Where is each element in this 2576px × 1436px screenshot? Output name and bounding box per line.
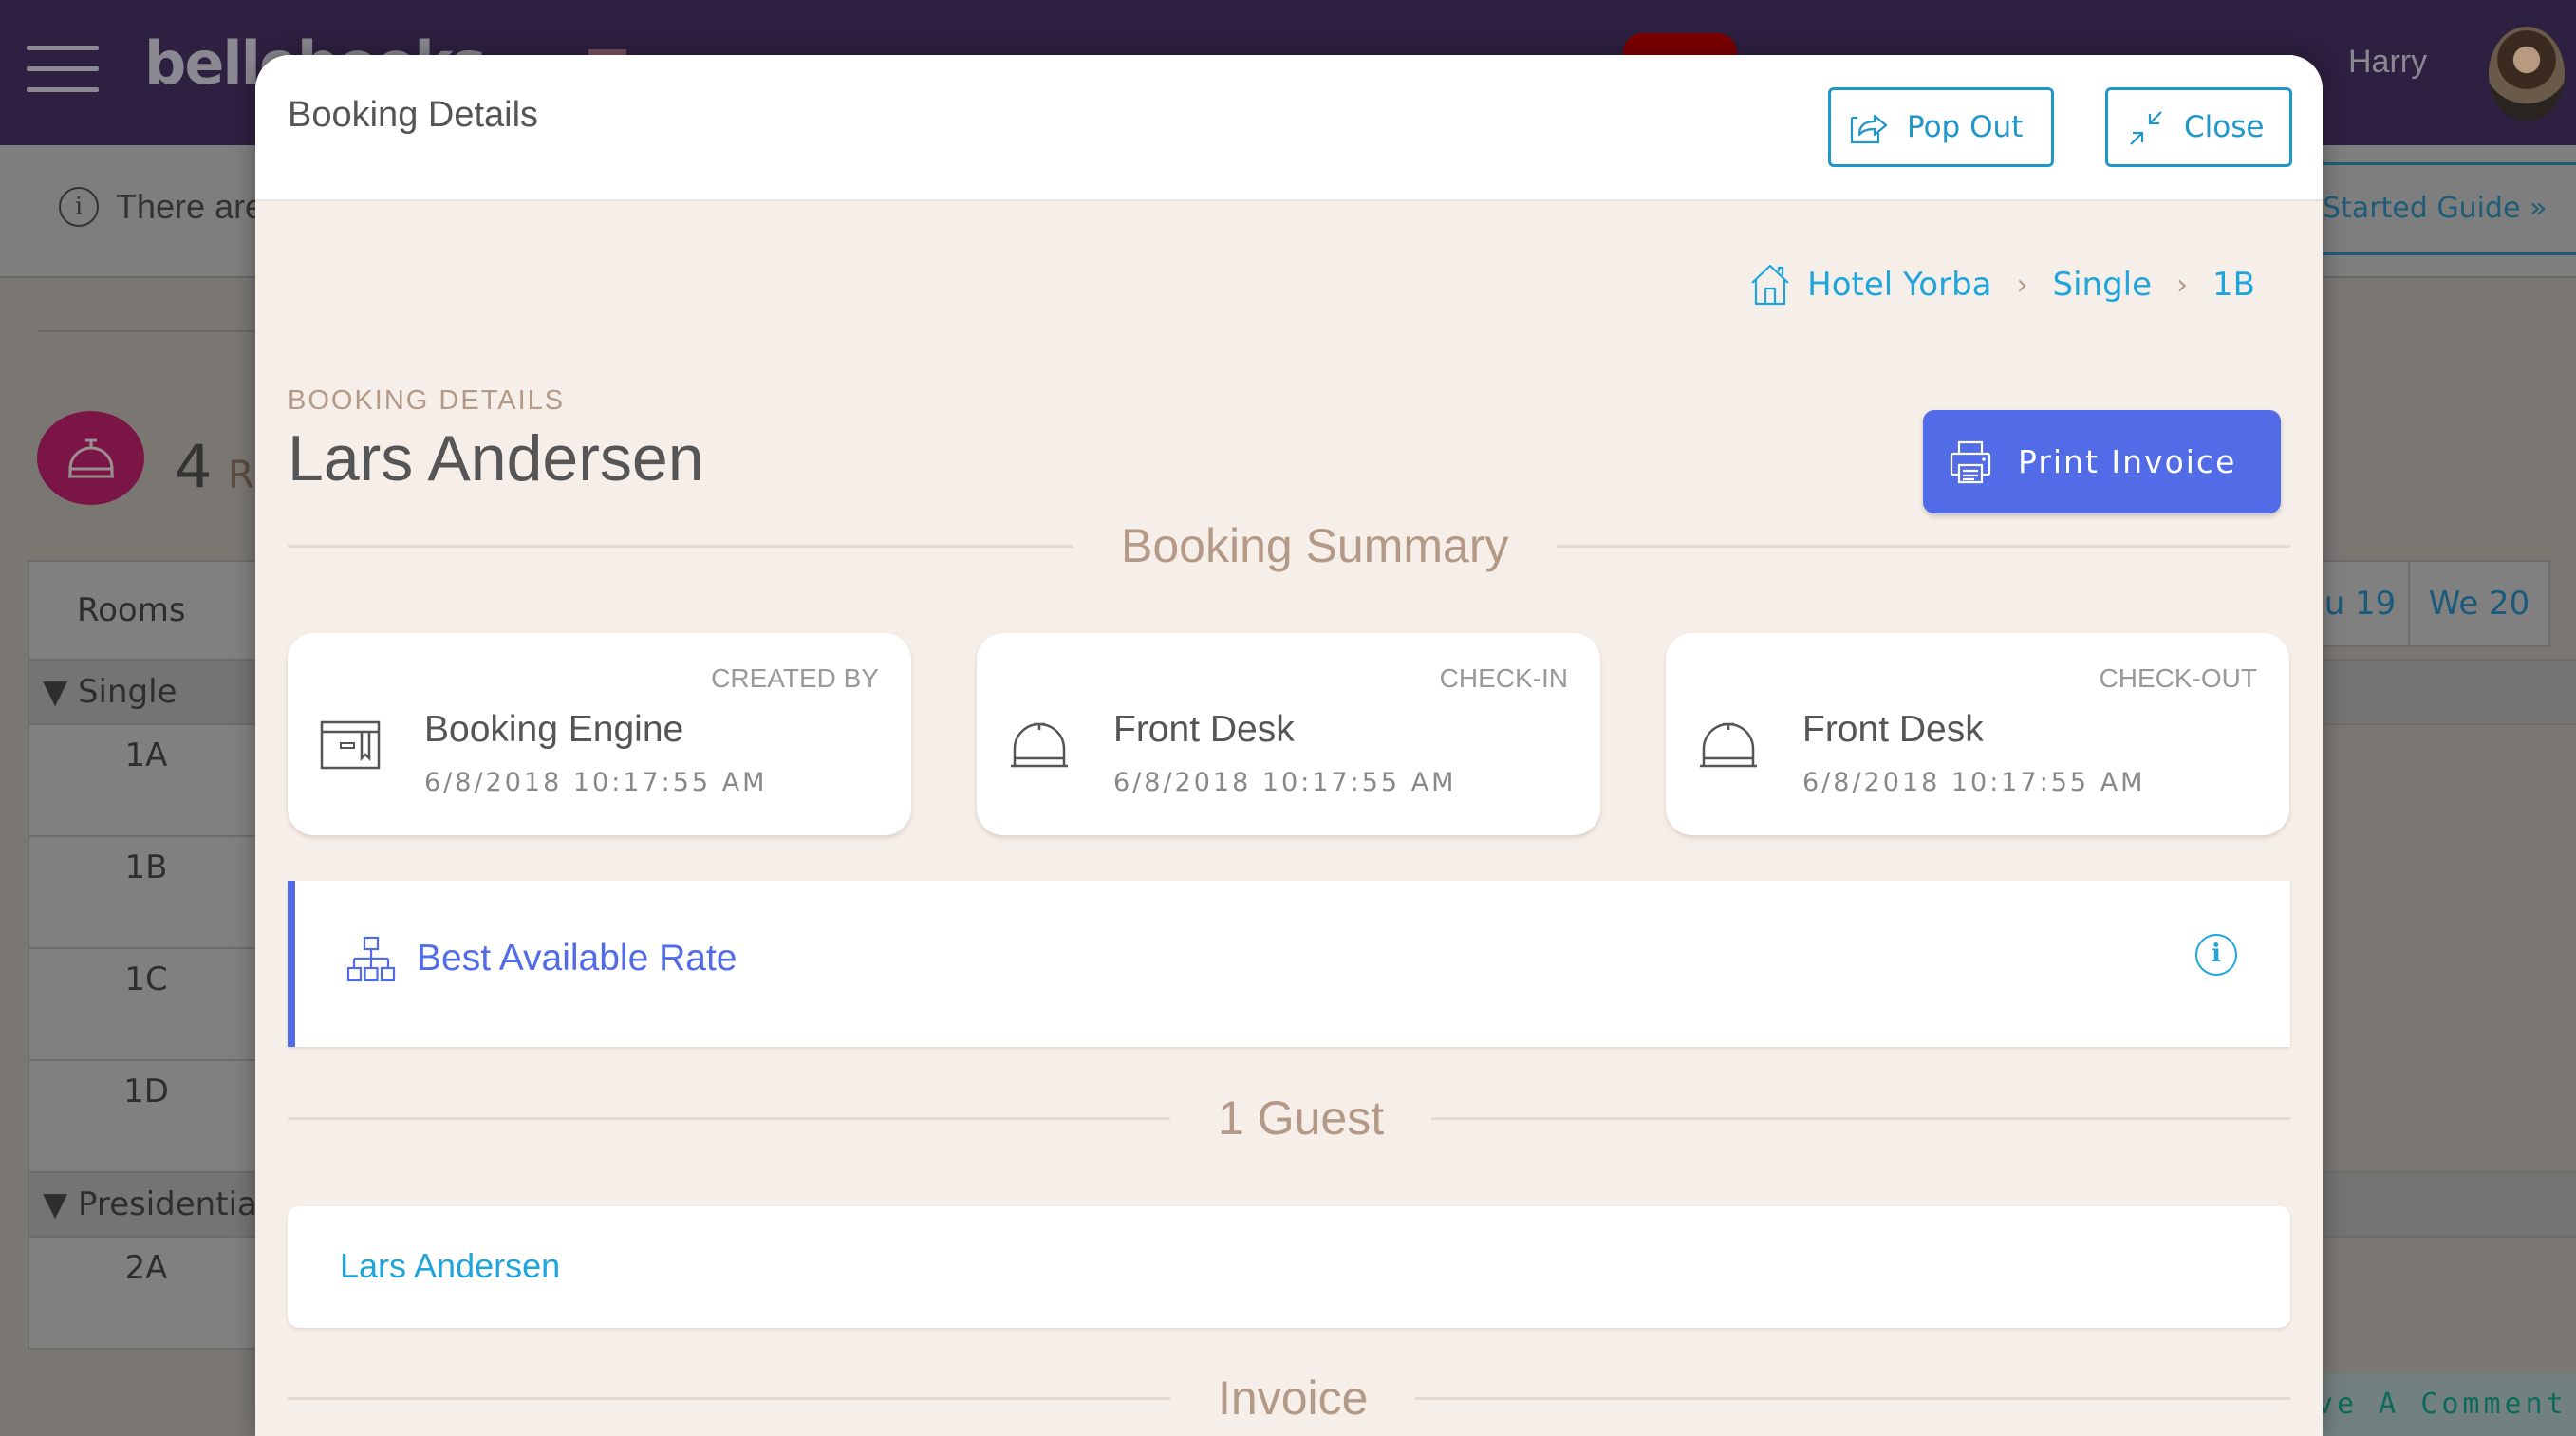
- check-out-card: CHECK-OUT Front Desk 6/8/2018 10:17:55 A…: [1666, 633, 2289, 835]
- collapse-toggle-icon[interactable]: ▼: [43, 673, 67, 711]
- bell-icon: [1011, 722, 1068, 768]
- share-icon: [1850, 114, 1888, 144]
- info-icon: i: [59, 187, 99, 227]
- pop-out-label: Pop Out: [1907, 110, 2024, 144]
- hierarchy-icon: [346, 936, 396, 982]
- info-text: There are: [116, 187, 265, 226]
- room-row[interactable]: 1D: [28, 1059, 265, 1173]
- breadcrumb-separator: ›: [2016, 268, 2028, 302]
- check-in-source: Front Desk: [1113, 709, 1295, 750]
- modal-header: Booking Details Pop Out Close: [255, 55, 2323, 201]
- section-title: Invoice: [1218, 1371, 1369, 1425]
- rate-plan-name[interactable]: Best Available Rate: [417, 938, 737, 979]
- page-title: Lars Andersen: [288, 422, 704, 494]
- divider: [288, 1116, 1170, 1120]
- booking-engine-icon: [320, 720, 381, 770]
- divider: [288, 1396, 1170, 1400]
- check-in-timestamp: 6/8/2018 10:17:55 AM: [1113, 768, 1457, 797]
- card-label: CHECK-IN: [1439, 663, 1568, 693]
- close-label: Close: [2184, 110, 2265, 144]
- room-row[interactable]: 1A: [28, 723, 265, 837]
- rate-plan-row[interactable]: Best Available Rate i: [288, 881, 2290, 1047]
- close-button[interactable]: Close: [2105, 87, 2292, 167]
- card-label: CREATED BY: [711, 663, 879, 693]
- group-label: Presidential: [77, 1185, 267, 1223]
- divider: [1415, 1396, 2290, 1400]
- room-row[interactable]: 1B: [28, 835, 265, 949]
- getting-started-guide-button[interactable]: Started Guide »: [2297, 162, 2576, 255]
- divider: [1556, 544, 2290, 548]
- rooms-count-label: R: [228, 454, 254, 497]
- guest-list-item: Lars Andersen: [288, 1206, 2290, 1328]
- rooms-count: 4: [175, 432, 213, 501]
- printer-icon: [1950, 440, 1991, 483]
- section-title: 1 Guest: [1218, 1091, 1385, 1145]
- section-eyebrow: BOOKING DETAILS: [288, 385, 566, 416]
- check-out-timestamp: 6/8/2018 10:17:55 AM: [1802, 768, 2146, 797]
- pop-out-button[interactable]: Pop Out: [1828, 87, 2054, 167]
- guests-heading: 1 Guest: [288, 1085, 2290, 1151]
- check-in-card: CHECK-IN Front Desk 6/8/2018 10:17:55 AM: [977, 633, 1600, 835]
- nav-username[interactable]: Harry: [2348, 44, 2427, 81]
- home-icon: [1751, 264, 1789, 306]
- booking-details-modal: Booking Details Pop Out Close Hotel Yorb…: [255, 55, 2323, 1436]
- divider: [288, 544, 1073, 548]
- info-icon[interactable]: i: [2195, 934, 2237, 976]
- created-by-card: CREATED BY Booking Engine 6/8/2018 10:17…: [288, 633, 911, 835]
- guest-name-link[interactable]: Lars Andersen: [340, 1246, 560, 1286]
- rooms-badge: [37, 411, 144, 505]
- divider: [38, 330, 285, 332]
- invoice-heading: Invoice: [288, 1365, 2290, 1431]
- avatar[interactable]: [2489, 27, 2565, 121]
- leave-comment-button[interactable]: ve A Comment: [2316, 1373, 2576, 1436]
- modal-title: Booking Details: [288, 95, 539, 135]
- booking-summary-heading: Booking Summary: [288, 513, 2290, 579]
- breadcrumb-hotel[interactable]: Hotel Yorba: [1807, 266, 1991, 304]
- bell-icon: [1700, 722, 1757, 768]
- print-invoice-label: Print Invoice: [2018, 443, 2237, 480]
- collapse-icon: [2130, 111, 2162, 145]
- created-by-timestamp: 6/8/2018 10:17:55 AM: [424, 768, 768, 797]
- day-header[interactable]: We 20: [2408, 560, 2550, 647]
- print-invoice-button[interactable]: Print Invoice: [1923, 410, 2281, 513]
- divider: [1431, 1116, 2290, 1120]
- breadcrumb-room[interactable]: 1B: [2212, 266, 2255, 304]
- grid-header-rooms: Rooms: [28, 560, 265, 661]
- breadcrumb: Hotel Yorba › Single › 1B: [1750, 264, 2255, 306]
- group-label: Single: [77, 673, 177, 711]
- created-by-source: Booking Engine: [424, 709, 684, 750]
- section-title: Booking Summary: [1121, 519, 1509, 572]
- bell-icon: [68, 438, 114, 478]
- collapse-toggle-icon[interactable]: ▼: [43, 1185, 67, 1223]
- card-label: CHECK-OUT: [2099, 663, 2257, 693]
- breadcrumb-separator: ›: [2176, 268, 2189, 302]
- room-row[interactable]: 1C: [28, 947, 265, 1061]
- hamburger-menu-icon[interactable]: [27, 46, 99, 93]
- check-out-source: Front Desk: [1802, 709, 1984, 750]
- room-row[interactable]: 2A: [28, 1236, 265, 1350]
- breadcrumb-room-type[interactable]: Single: [2053, 266, 2153, 304]
